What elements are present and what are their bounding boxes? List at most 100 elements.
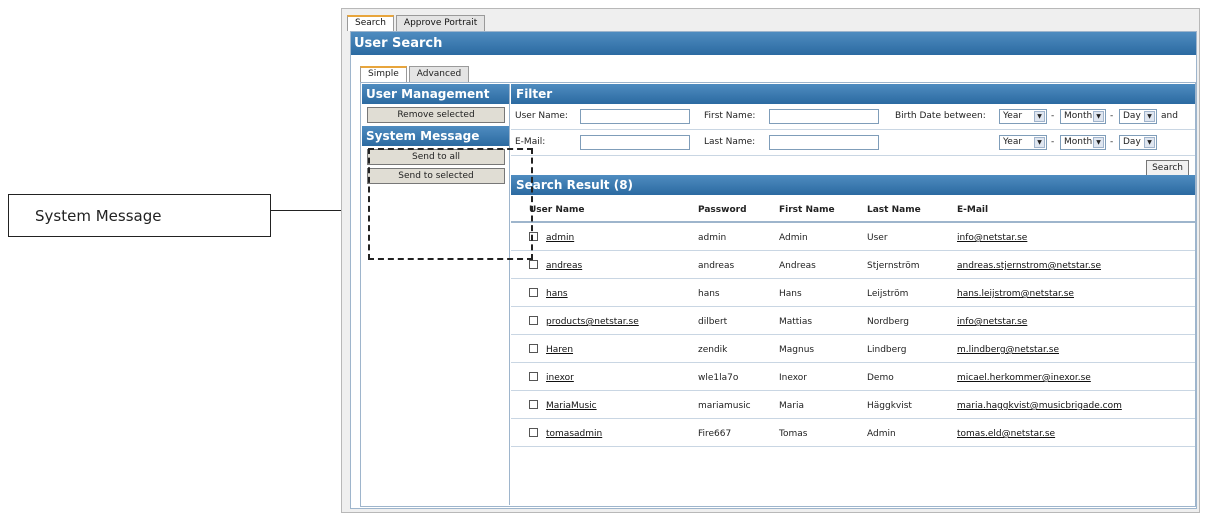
table-row: admin admin Admin User info@netstar.se (511, 223, 1195, 251)
result-table: User Name Password First Name Last Name … (511, 198, 1195, 447)
cell-user-link[interactable]: tomasadmin (546, 429, 602, 439)
cell-user-link[interactable]: products@netstar.se (546, 317, 639, 327)
from-year-select[interactable]: Year ▼ (999, 109, 1047, 124)
to-day-select[interactable]: Day ▼ (1119, 135, 1157, 150)
filter-heading: Filter (511, 84, 1195, 104)
cell-email-link[interactable]: hans.leijstrom@netstar.se (957, 289, 1074, 299)
column-user-name[interactable]: User Name (529, 205, 584, 215)
table-row: MariaMusic mariamusic Maria Häggkvist maria.… (511, 391, 1195, 419)
last-name-input[interactable] (769, 135, 879, 150)
date-separator: - (1110, 111, 1114, 121)
cell-email-link[interactable]: info@netstar.se (957, 233, 1027, 243)
table-row: hans hans Hans Leijström hans.leijstrom@nets… (511, 279, 1195, 307)
inner-tab-bar: Simple Advanced (360, 66, 471, 82)
send-to-all-button[interactable]: Send to all (367, 149, 505, 165)
last-name-label: Last Name: (704, 137, 756, 147)
column-first-name[interactable]: First Name (779, 205, 835, 215)
cell-first: Admin (779, 233, 808, 243)
cell-first: Magnus (779, 345, 815, 355)
cell-email-link[interactable]: andreas.stjernstrom@netstar.se (957, 261, 1101, 271)
cell-email-link[interactable]: m.lindberg@netstar.se (957, 345, 1059, 355)
cell-last: Lindberg (867, 345, 907, 355)
column-email[interactable]: E-Mail (957, 205, 988, 215)
cell-last: Stjernström (867, 261, 920, 271)
cell-email-link[interactable]: info@netstar.se (957, 317, 1027, 327)
send-to-selected-button[interactable]: Send to selected (367, 168, 505, 184)
cell-password: zendik (698, 345, 728, 355)
from-day-select[interactable]: Day ▼ (1119, 109, 1157, 124)
outer-tab-bar: Search Approve Portrait (347, 15, 487, 31)
cell-user-link[interactable]: hans (546, 289, 568, 299)
tab-simple[interactable]: Simple (360, 66, 407, 82)
chevron-down-icon: ▼ (1144, 111, 1155, 122)
to-month-value: Month (1064, 137, 1093, 147)
chevron-down-icon: ▼ (1034, 111, 1045, 122)
cell-last: Häggkvist (867, 401, 912, 411)
row-checkbox[interactable] (529, 428, 538, 437)
system-message-heading: System Message (362, 126, 509, 146)
from-month-value: Month (1064, 111, 1093, 121)
table-row: products@netstar.se dilbert Mattias Nordber… (511, 307, 1195, 335)
cell-user-link[interactable]: admin (546, 233, 574, 243)
cell-last: Nordberg (867, 317, 909, 327)
chevron-down-icon: ▼ (1144, 137, 1155, 148)
panel-title: User Search (351, 32, 1196, 55)
first-name-input[interactable] (769, 109, 879, 124)
cell-first: Andreas (779, 261, 816, 271)
to-day-value: Day (1123, 137, 1141, 147)
user-search-panel: User Search Simple Advanced User Managem… (350, 31, 1197, 509)
row-checkbox[interactable] (529, 316, 538, 325)
callout-connector-line (271, 210, 351, 211)
cell-user-link[interactable]: MariaMusic (546, 401, 597, 411)
tab-advanced[interactable]: Advanced (408, 66, 470, 82)
from-month-select[interactable]: Month ▼ (1060, 109, 1106, 124)
table-body: admin admin Admin User info@netstar.se andrea… (511, 223, 1195, 447)
row-checkbox[interactable] (529, 372, 538, 381)
tab-approve-portrait[interactable]: Approve Portrait (395, 15, 486, 31)
cell-email-link[interactable]: maria.haggkvist@musicbrigade.com (957, 401, 1122, 411)
cell-password: hans (698, 289, 720, 299)
table-header: User Name Password First Name Last Name … (511, 198, 1195, 223)
main-area: Filter User Name: First Name: Birth Date… (511, 84, 1195, 505)
date-separator: - (1110, 137, 1114, 147)
cell-email-link[interactable]: tomas.eld@netstar.se (957, 429, 1055, 439)
tab-search[interactable]: Search (347, 15, 394, 31)
table-row: andreas andreas Andreas Stjernström andreas.… (511, 251, 1195, 279)
filter-row-1: User Name: First Name: Birth Date betwee… (511, 104, 1195, 130)
cell-user-link[interactable]: inexor (546, 373, 574, 383)
cell-user-link[interactable]: andreas (546, 261, 582, 271)
callout-label-box: System Message (8, 194, 271, 237)
chevron-down-icon: ▼ (1093, 137, 1104, 148)
cell-password: andreas (698, 261, 735, 271)
table-row: inexor wle1la7o Inexor Demo micael.herkommer… (511, 363, 1195, 391)
row-checkbox[interactable] (529, 232, 538, 241)
cell-last: Admin (867, 429, 896, 439)
user-name-label: User Name: (515, 111, 568, 121)
search-content: User Management Remove selected System M… (360, 82, 1196, 507)
cell-first: Tomas (779, 429, 808, 439)
row-checkbox[interactable] (529, 260, 538, 269)
email-label: E-Mail: (515, 137, 546, 147)
email-input[interactable] (580, 135, 690, 150)
filter-row-2: E-Mail: Last Name: Year ▼ - Month ▼ - Day ▼ (511, 130, 1195, 156)
cell-first: Hans (779, 289, 802, 299)
row-checkbox[interactable] (529, 288, 538, 297)
row-checkbox[interactable] (529, 344, 538, 353)
cell-last: Leijström (867, 289, 909, 299)
column-last-name[interactable]: Last Name (867, 205, 921, 215)
row-checkbox[interactable] (529, 400, 538, 409)
cell-first: Maria (779, 401, 804, 411)
app-window: Search Approve Portrait User Search Simp… (341, 8, 1200, 513)
to-month-select[interactable]: Month ▼ (1060, 135, 1106, 150)
column-password[interactable]: Password (698, 205, 747, 215)
callout-label: System Message (35, 206, 162, 225)
cell-password: Fire667 (698, 429, 732, 439)
user-name-input[interactable] (580, 109, 690, 124)
cell-email-link[interactable]: micael.herkommer@inexor.se (957, 373, 1091, 383)
chevron-down-icon: ▼ (1034, 137, 1045, 148)
cell-user-link[interactable]: Haren (546, 345, 573, 355)
remove-selected-button[interactable]: Remove selected (367, 107, 505, 123)
birth-date-label: Birth Date between: (895, 111, 986, 121)
table-row: tomasadmin Fire667 Tomas Admin tomas.eld@net… (511, 419, 1195, 447)
to-year-select[interactable]: Year ▼ (999, 135, 1047, 150)
